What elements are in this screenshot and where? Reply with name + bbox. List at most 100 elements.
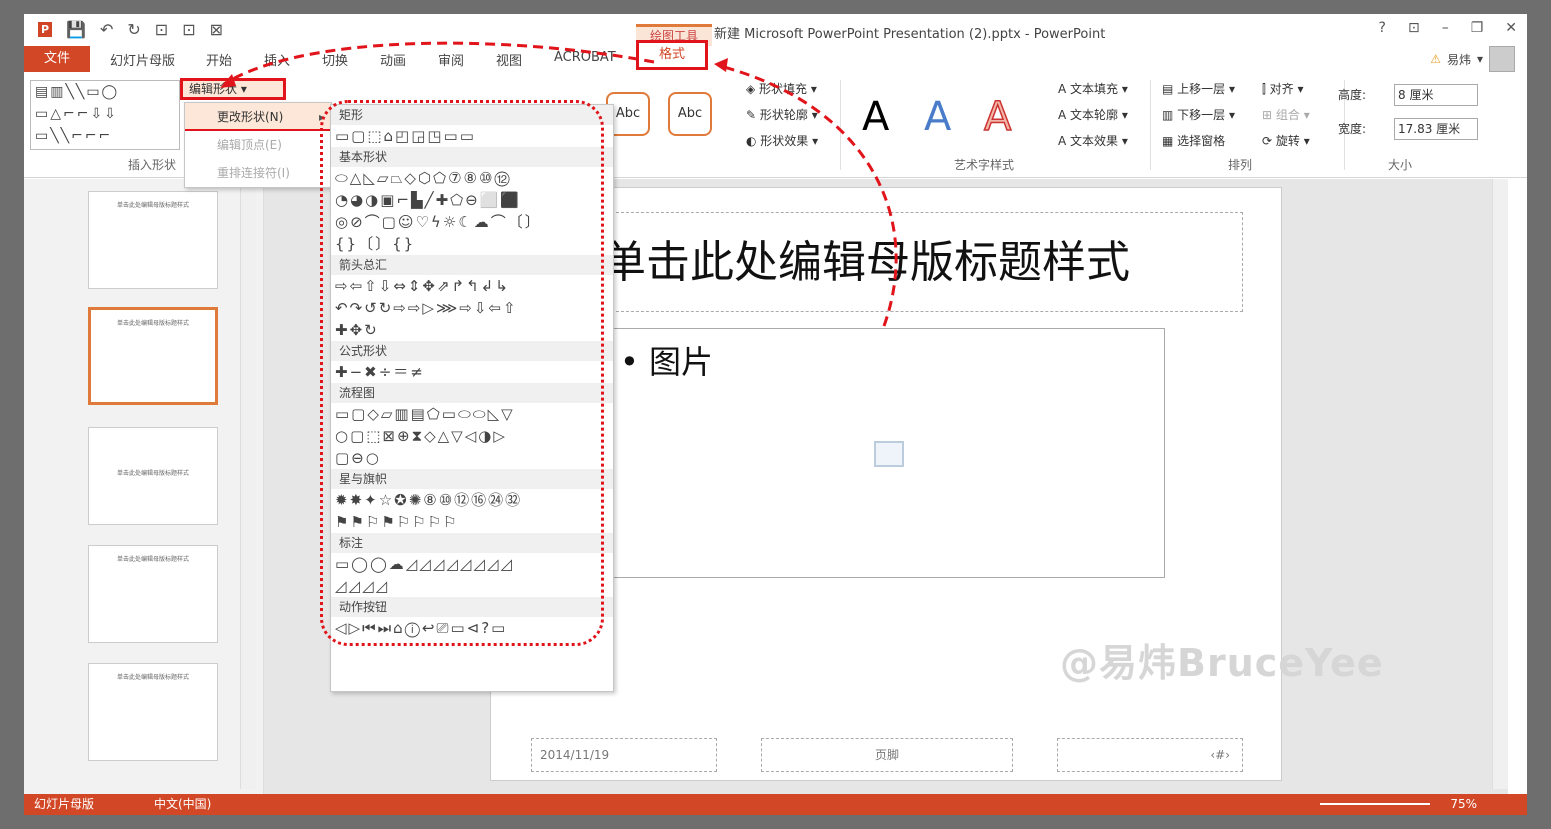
- bring-forward-button[interactable]: ▤ 上移一层 ▾: [1162, 80, 1235, 97]
- slide-scrollbar[interactable]: [1492, 179, 1508, 789]
- gallery-shape-row[interactable]: ◁▷⏮⏭⌂ⓘ↩⎚▭⊲?▭: [331, 617, 613, 639]
- zoom-level[interactable]: 75%: [1450, 794, 1477, 815]
- height-label: 高度:: [1338, 88, 1367, 102]
- content-placeholder[interactable]: • 图片: [611, 328, 1165, 578]
- slide-thumbnail[interactable]: 单击此处编辑母版标题样式: [88, 427, 218, 525]
- slide-thumbnail-selected[interactable]: 单击此处编辑母版标题样式: [88, 307, 218, 405]
- picture-icon[interactable]: ⊠: [210, 20, 223, 39]
- shape-outline-button[interactable]: ✎ 形状轮廓 ▾: [746, 106, 818, 123]
- watermark: @易炜BruceYee: [1060, 641, 1384, 685]
- slide-thumbnail[interactable]: 单击此处编辑母版标题样式: [88, 191, 218, 289]
- slide-thumbnail[interactable]: 单击此处编辑母版标题样式: [88, 545, 218, 643]
- reroute-connectors-menu-item[interactable]: 重排连接符(I): [185, 159, 331, 187]
- group-button[interactable]: ⊞ 组合 ▾: [1262, 106, 1310, 123]
- text-outline-button[interactable]: A 文本轮廓 ▾: [1058, 106, 1128, 123]
- shapes-gallery[interactable]: ▤▥╲╲▭◯ ▭△⌐⌐⇩⇩ ▭╲╲⌐⌐⌐: [30, 80, 180, 150]
- restore-icon[interactable]: ❐: [1471, 20, 1484, 36]
- wordart-group-label: 艺术字样式: [954, 158, 1015, 172]
- user-account[interactable]: ⚠ 易炜 ▾: [1430, 46, 1515, 72]
- shape-fill-label: 形状填充: [759, 82, 808, 96]
- tab-format[interactable]: 格式: [636, 40, 708, 70]
- preview-icon[interactable]: ⊡: [182, 20, 195, 39]
- footer-placeholder[interactable]: 页脚: [761, 738, 1013, 772]
- align-button[interactable]: ⫿ 对齐 ▾: [1262, 80, 1304, 97]
- width-input[interactable]: 17.83 厘米: [1394, 118, 1478, 140]
- window-controls: ? ⊡ – ❐ ✕: [1379, 20, 1517, 36]
- gallery-shape-row[interactable]: ✹✸✦☆✪✺⑧⑩⑫⑯㉔㉜ ⚑⚑⚐⚑⚐⚐⚐⚐: [331, 489, 613, 533]
- gallery-shape-row[interactable]: ▭◯◯☁◿◿◿◿◿◿◿◿ ◿◿◿◿: [331, 553, 613, 597]
- undo-icon[interactable]: ↶: [100, 20, 113, 39]
- send-backward-button[interactable]: ▥ 下移一层 ▾: [1162, 106, 1235, 123]
- change-shape-menu-item[interactable]: 更改形状(N): [185, 103, 331, 131]
- gallery-section-header: 矩形: [331, 105, 613, 125]
- gallery-section-header: 基本形状: [331, 147, 613, 167]
- arrange-group-label: 排列: [1228, 158, 1253, 172]
- quick-access-toolbar: P 💾 ↶ ↻ ⊡ ⊡ ⊠: [38, 20, 223, 39]
- wordart-blue[interactable]: A: [924, 94, 951, 140]
- tab-review[interactable]: 审阅: [438, 50, 464, 69]
- gallery-shape-row[interactable]: ▭▢◇▱▥▤⬠▭⬭⬭◺▽ ○▢⬚⊠⊕⧗◇△▽◁◑▷ ▢⊖○: [331, 403, 613, 469]
- app-logo-icon: P: [38, 22, 53, 37]
- status-language[interactable]: 中文(中国): [154, 794, 211, 815]
- divider: [1150, 80, 1151, 170]
- align-label: 对齐: [1269, 82, 1294, 96]
- gallery-section-header: 箭头总汇: [331, 255, 613, 275]
- window-title: 新建 Microsoft PowerPoint Presentation (2)…: [714, 27, 1106, 42]
- slideshow-icon[interactable]: ⊡: [155, 20, 168, 39]
- size-group-label: 大小: [1388, 158, 1413, 172]
- text-fill-button[interactable]: A 文本填充 ▾: [1058, 80, 1128, 97]
- rotate-button[interactable]: ⟳ 旋转 ▾: [1262, 132, 1310, 149]
- tab-slide-master[interactable]: 幻灯片母版: [110, 50, 175, 69]
- wordart-black[interactable]: A: [862, 94, 889, 140]
- shape-style-sample-2[interactable]: Abc: [668, 92, 712, 136]
- rotate-label: 旋转: [1275, 134, 1300, 148]
- slide-number-placeholder[interactable]: ‹#›: [1057, 738, 1243, 772]
- text-outline-label: 文本轮廓: [1070, 108, 1119, 122]
- user-name: 易炜: [1446, 52, 1471, 67]
- ribbon-display-icon[interactable]: ⊡: [1408, 20, 1420, 36]
- ribbon-tabs: 文件 幻灯片母版 开始 插入 切换 动画 审阅 视图 ACROBAT 格式 ⚠ …: [24, 40, 1527, 72]
- user-dropdown-icon: ▾: [1476, 52, 1483, 66]
- tab-view[interactable]: 视图: [496, 50, 522, 69]
- gallery-section-header: 标注: [331, 533, 613, 553]
- close-icon[interactable]: ✕: [1505, 20, 1517, 36]
- gallery-shape-row[interactable]: ▭▢⬚⌂◰◲◳▭▭: [331, 125, 613, 147]
- thumbnail-scrollbar[interactable]: [240, 183, 256, 789]
- tab-transitions[interactable]: 切换: [322, 50, 348, 69]
- picture-placeholder-icon[interactable]: [874, 441, 904, 467]
- text-fill-label: 文本填充: [1070, 82, 1119, 96]
- tab-insert[interactable]: 插入: [264, 50, 290, 69]
- help-icon[interactable]: ?: [1379, 20, 1386, 36]
- gallery-section-header: 动作按钮: [331, 597, 613, 617]
- text-effect-button[interactable]: A 文本效果 ▾: [1058, 132, 1128, 149]
- status-bar: 幻灯片母版 中文(中国) 75%: [24, 794, 1527, 815]
- wordart-red[interactable]: A: [983, 93, 1012, 141]
- gallery-shape-row[interactable]: ⇨⇦⇧⇩⇔⇕✥⇗↱↰↲↳ ↶↷↺↻⇨⇨▷⋙⇨⇩⇦⇧ ✚✥↻: [331, 275, 613, 341]
- gallery-shape-row[interactable]: ✚−✖÷＝≠: [331, 361, 613, 383]
- edit-shape-label: 编辑形状: [189, 82, 238, 96]
- avatar: [1489, 46, 1515, 72]
- tab-home[interactable]: 开始: [206, 50, 232, 69]
- selection-pane-button[interactable]: ▦ 选择窗格: [1162, 132, 1225, 149]
- date-placeholder[interactable]: 2014/11/19: [531, 738, 717, 772]
- edit-shape-button[interactable]: 编辑形状 ▾: [180, 78, 286, 100]
- height-input[interactable]: 8 厘米: [1394, 84, 1478, 106]
- send-backward-label: 下移一层: [1177, 108, 1226, 122]
- edit-points-menu-item[interactable]: 编辑顶点(E): [185, 131, 331, 159]
- redo-icon[interactable]: ↻: [127, 20, 140, 39]
- save-icon[interactable]: 💾: [66, 20, 86, 39]
- tab-acrobat[interactable]: ACROBAT: [554, 50, 616, 65]
- gallery-shape-row[interactable]: ⬭△◺▱⏢◇⬡⬠⑦⑧⑩⑫ ◔◕◑▣⌐▙╱✚⬠⊖⬜⬛ ◎⊘⌒▢☺♡ϟ☼☾☁⌒〔〕 …: [331, 167, 613, 255]
- shape-effect-label: 形状效果: [760, 134, 809, 148]
- slide-thumbnail-pane: 单击此处编辑母版标题样式 单击此处编辑母版标题样式 单击此处编辑母版标题样式 单…: [24, 179, 264, 794]
- shape-fill-button[interactable]: ◈ 形状填充 ▾: [746, 80, 817, 97]
- minimize-icon[interactable]: –: [1442, 20, 1449, 36]
- shape-effect-button[interactable]: ◐ 形状效果 ▾: [746, 132, 818, 149]
- zoom-slider[interactable]: [1320, 803, 1430, 805]
- tab-animations[interactable]: 动画: [380, 50, 406, 69]
- slide-title-placeholder[interactable]: 单击此处编辑母版标题样式: [591, 212, 1243, 312]
- width-label: 宽度:: [1338, 122, 1367, 136]
- tab-file[interactable]: 文件: [24, 46, 90, 72]
- gallery-section-header: 公式形状: [331, 341, 613, 361]
- slide-thumbnail[interactable]: 单击此处编辑母版标题样式: [88, 663, 218, 761]
